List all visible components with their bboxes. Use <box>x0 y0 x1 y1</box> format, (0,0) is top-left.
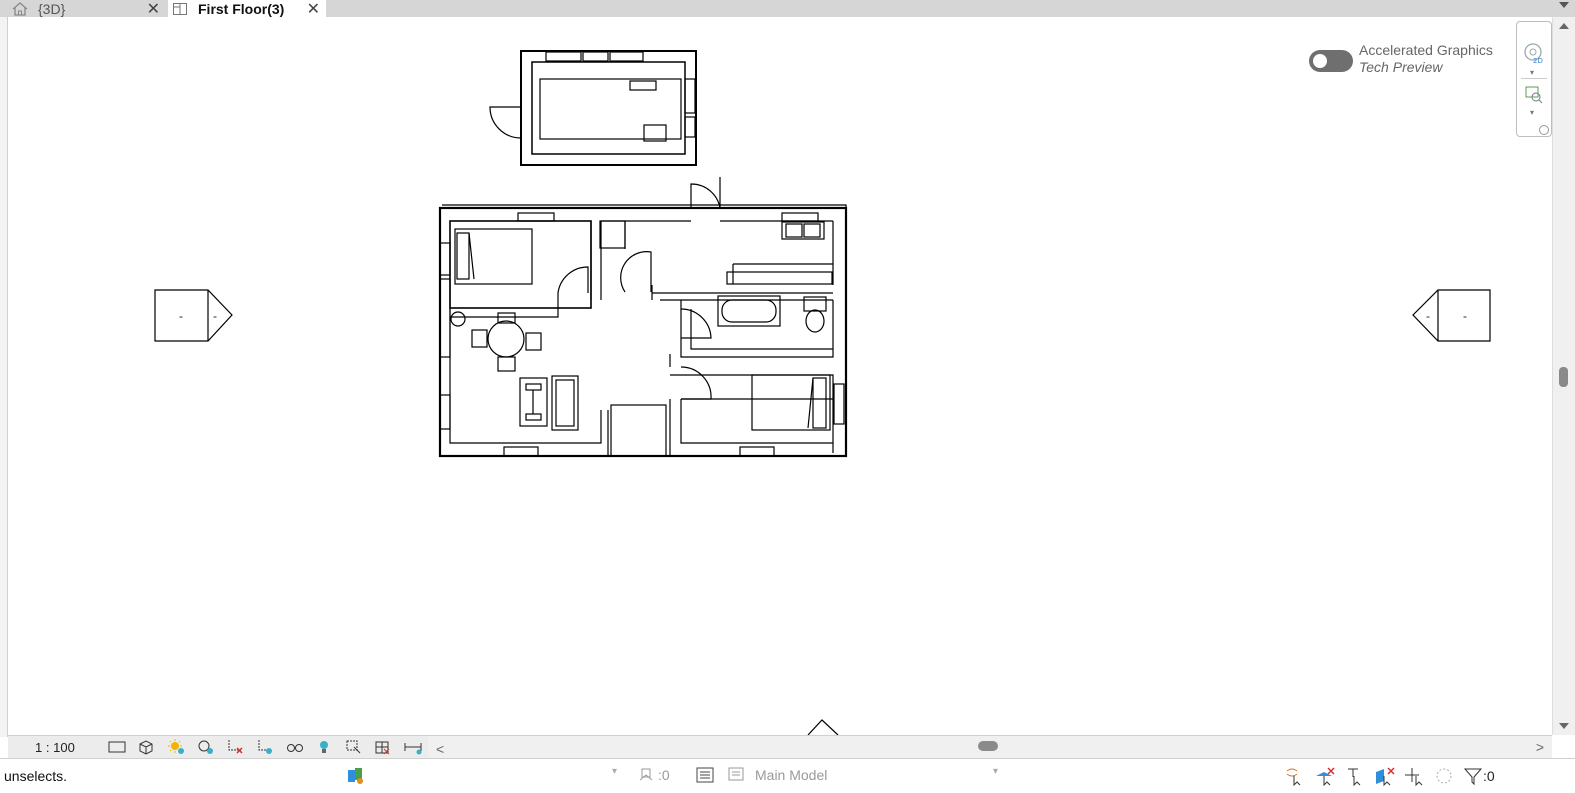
scroll-right-icon[interactable]: > <box>1536 739 1544 755</box>
show-crop-region-icon[interactable] <box>250 736 280 758</box>
editable-only-worksets[interactable]: :0 <box>638 766 670 784</box>
view-control-bar: 1 : 100 <box>8 735 428 758</box>
status-message: unselects. <box>4 768 68 784</box>
select-links-icon[interactable] <box>1284 766 1306 786</box>
accelerated-graphics-toggle[interactable] <box>1309 50 1353 72</box>
background-processes-icon[interactable] <box>1434 766 1454 786</box>
view-scale[interactable]: 1 : 100 <box>8 740 102 755</box>
chevron-down-icon[interactable]: ▾ <box>1530 108 1534 117</box>
analytical-model-icon[interactable] <box>369 736 399 758</box>
drawing-canvas[interactable]: - - - - <box>8 17 1550 735</box>
horizontal-scroll-thumb[interactable] <box>978 741 998 751</box>
crop-view-icon[interactable] <box>220 736 250 758</box>
status-bar: unselects. ▾ :0 Main Model ▾ :0 <box>0 758 1575 793</box>
view-tab-bar: {3D} ✕ First Floor(3) ✕ <box>0 0 1575 18</box>
reveal-hidden-icon[interactable] <box>309 736 339 758</box>
tab-first-floor[interactable]: First Floor(3) ✕ <box>168 0 326 18</box>
model-dropdown-icon[interactable]: ▾ <box>993 766 998 777</box>
visual-style-icon[interactable] <box>132 736 162 758</box>
elevation-label-right-2: - <box>1463 309 1467 323</box>
floor-plan-icon <box>172 2 188 16</box>
accelerated-graphics-control: Accelerated Graphics Tech Preview <box>1309 42 1493 76</box>
left-edge <box>0 17 8 737</box>
accelerated-graphics-title: Accelerated Graphics <box>1359 42 1493 58</box>
navbar-options-icon[interactable] <box>1539 125 1549 135</box>
scroll-up-icon[interactable] <box>1559 23 1569 29</box>
main-model-selector[interactable]: Main Model <box>725 766 827 784</box>
floor-plan-drawing <box>154 50 1491 735</box>
main-house <box>438 177 848 458</box>
navigation-bar: 2D ▾ ▾ <box>1516 21 1552 137</box>
vertical-scroll-thumb[interactable] <box>1559 367 1568 387</box>
accelerated-graphics-subtitle: Tech Preview <box>1359 59 1443 75</box>
elevation-label-right-1: - <box>1426 309 1430 323</box>
shadows-icon[interactable] <box>191 736 221 758</box>
filter-icon[interactable]: :0 <box>1463 766 1495 786</box>
sun-path-icon[interactable] <box>161 736 191 758</box>
elevation-marker-left <box>154 289 233 342</box>
2d-steering-wheel-icon[interactable]: 2D <box>1523 42 1545 65</box>
elevation-label-left-2: - <box>213 309 217 323</box>
zoom-region-icon[interactable] <box>1524 85 1544 105</box>
tab-3d-view[interactable]: {3D} ✕ <box>0 0 166 18</box>
worksets-dropdown-icon[interactable]: ▾ <box>612 766 617 777</box>
worksets-count: :0 <box>658 767 670 783</box>
temporary-hide-icon[interactable] <box>280 736 310 758</box>
elevation-marker-right <box>1412 289 1491 342</box>
vertical-scrollbar[interactable] <box>1552 17 1575 735</box>
main-model-label: Main Model <box>755 767 828 783</box>
detail-level-icon[interactable] <box>102 736 132 758</box>
section-arrow <box>807 719 839 735</box>
annex-building <box>489 50 697 166</box>
accelerated-graphics-text: Accelerated Graphics Tech Preview <box>1359 42 1493 76</box>
navbar-separator <box>1521 78 1547 79</box>
select-by-face-icon[interactable] <box>1374 766 1396 786</box>
chevron-down-icon[interactable]: ▾ <box>1530 68 1534 77</box>
horizontal-scrollbar[interactable]: < > <box>428 735 1552 758</box>
drag-elements-icon[interactable] <box>1404 766 1426 786</box>
tab-list-dropdown-icon[interactable] <box>1559 2 1569 8</box>
temporary-view-properties-icon[interactable] <box>339 736 369 758</box>
highlight-displacement-icon[interactable] <box>398 736 428 758</box>
design-options-icon[interactable] <box>345 766 367 786</box>
select-underlay-icon[interactable] <box>1314 766 1336 786</box>
model-list-icon[interactable] <box>695 766 715 784</box>
toggle-knob <box>1313 54 1327 68</box>
home-icon <box>12 1 28 16</box>
tab-3d-label: {3D} <box>38 0 66 17</box>
tab-first-floor-label: First Floor(3) <box>198 0 285 17</box>
filter-count: :0 <box>1483 768 1495 784</box>
scroll-left-icon[interactable]: < <box>436 741 444 757</box>
elevation-label-left-1: - <box>179 309 183 323</box>
svg-text:2D: 2D <box>1533 57 1543 64</box>
select-pinned-icon[interactable] <box>1344 766 1366 786</box>
scroll-down-icon[interactable] <box>1559 723 1569 729</box>
